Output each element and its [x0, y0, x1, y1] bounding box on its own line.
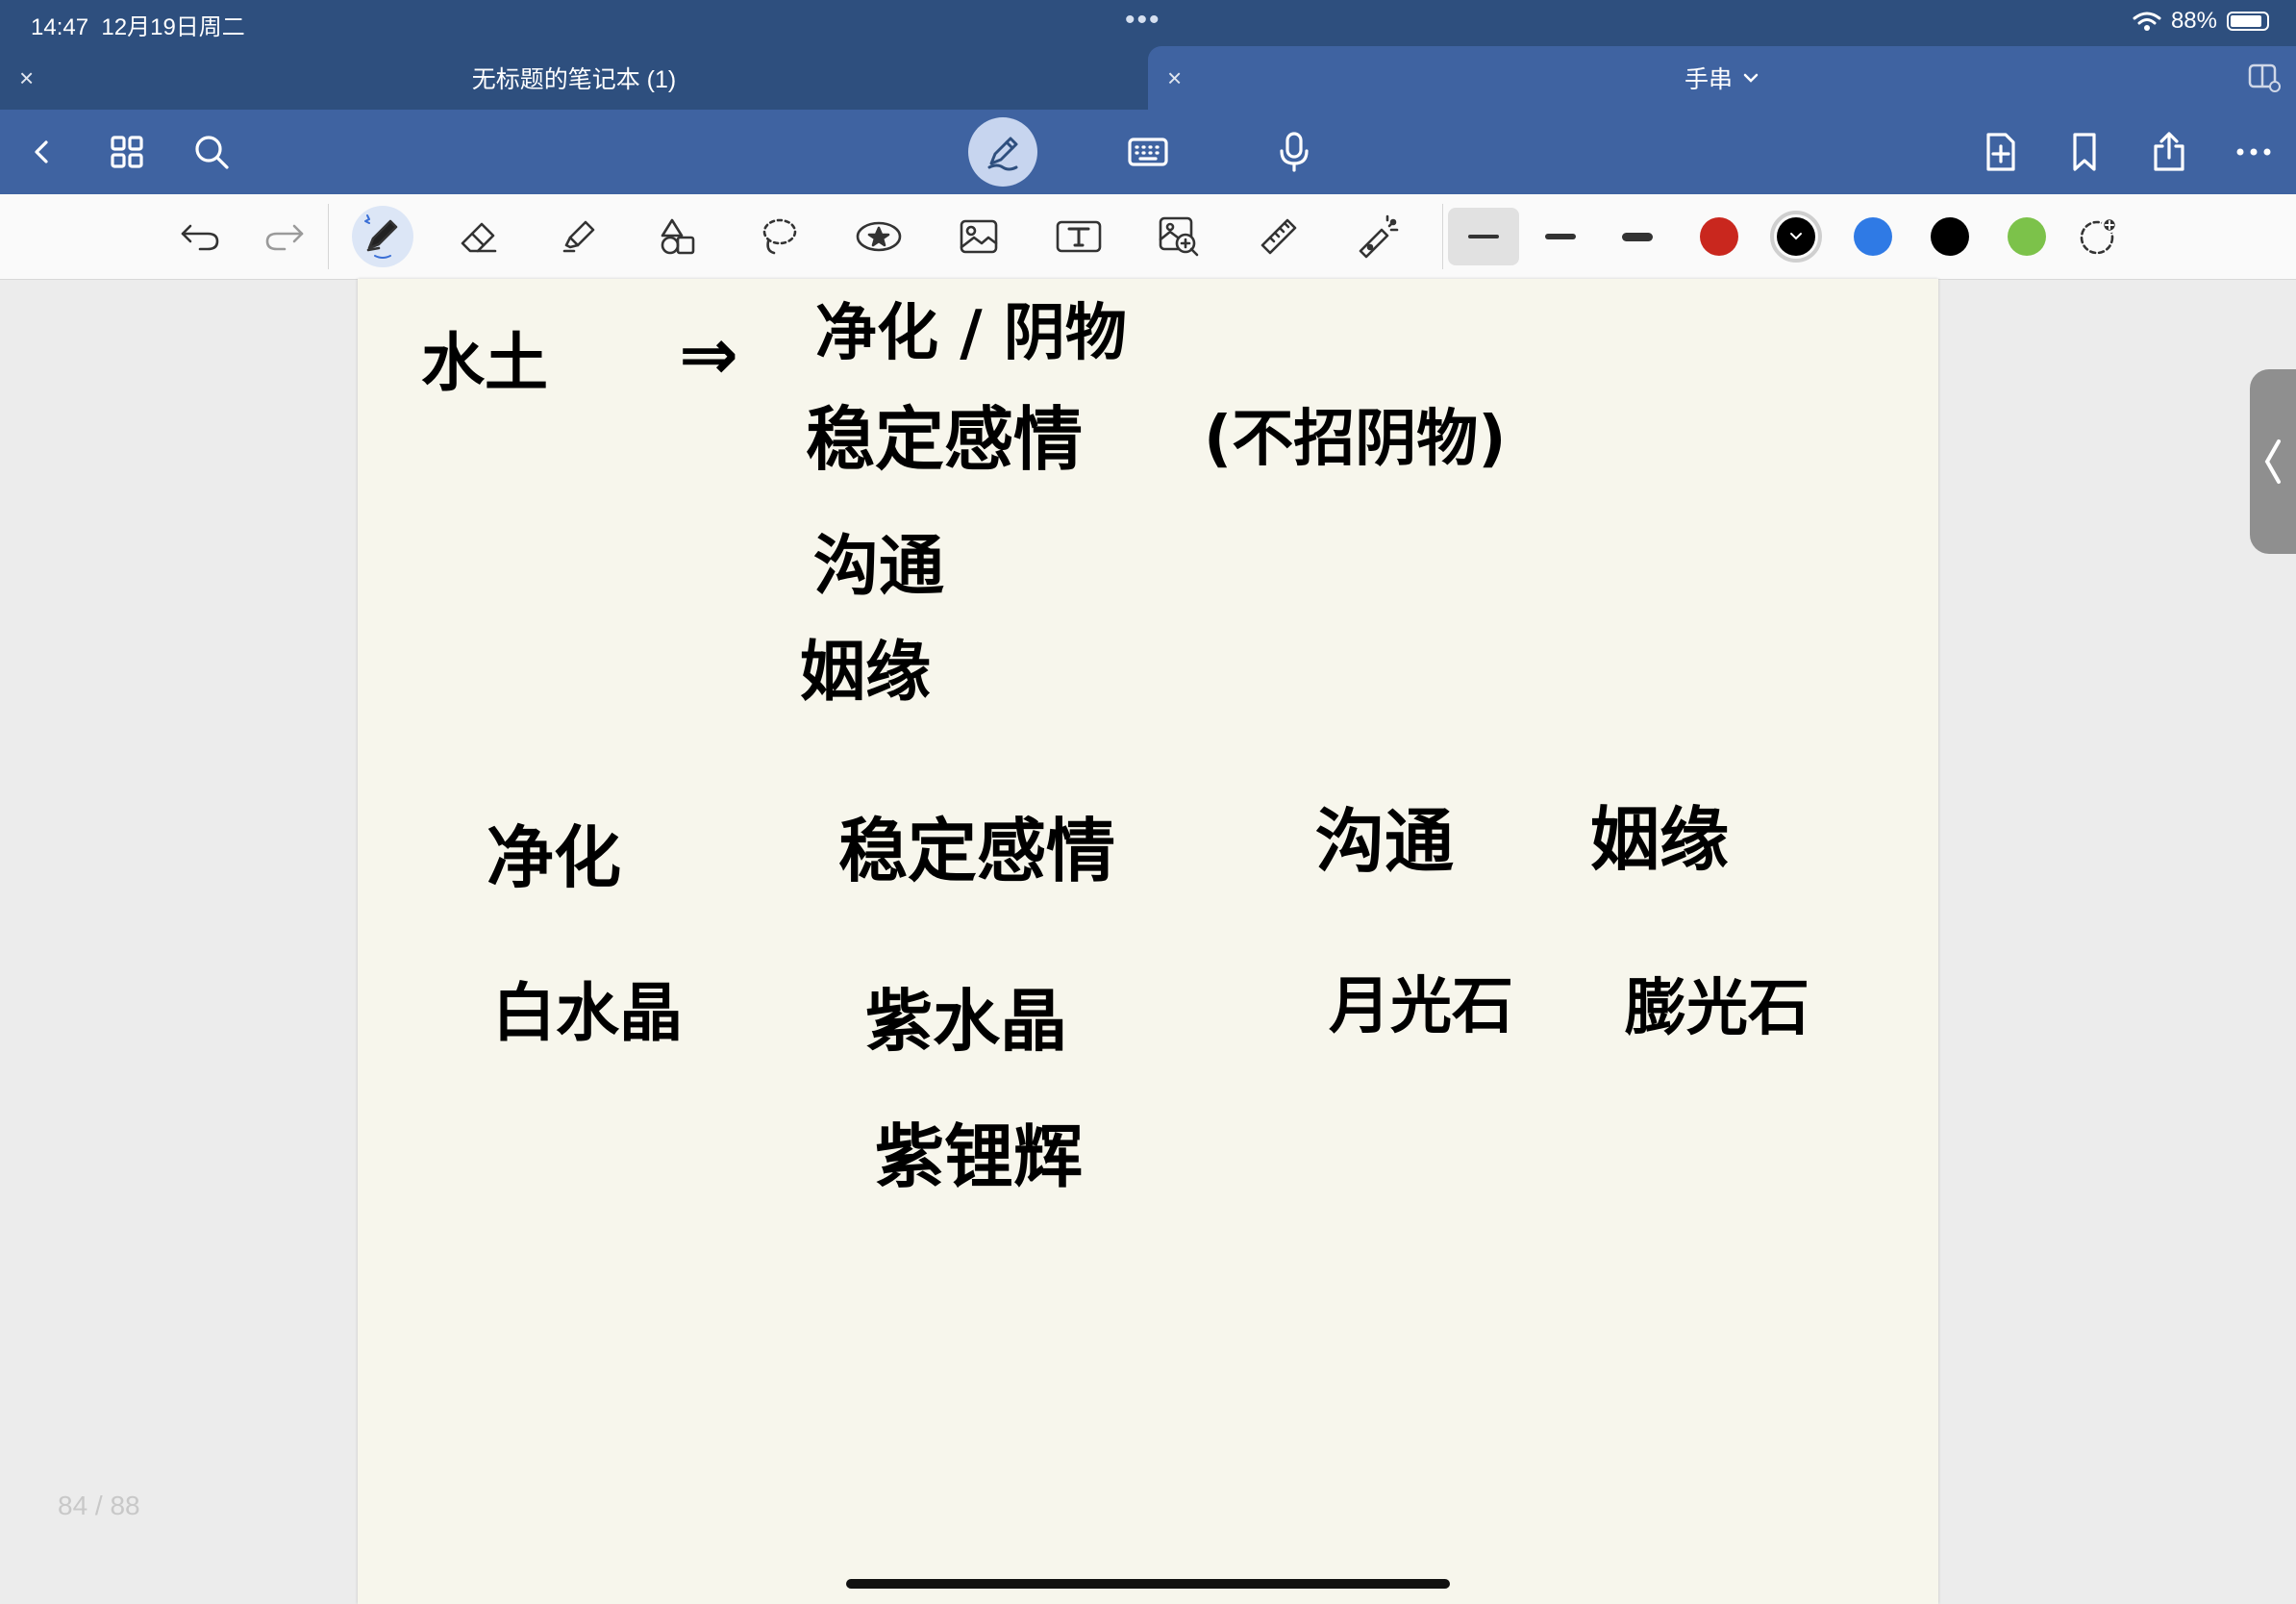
- status-time: 14:47: [31, 14, 89, 40]
- handwritten-column-heading: 稳定感情: [838, 811, 1115, 891]
- handwritten-arrow: ⇒: [679, 313, 738, 396]
- split-view-icon[interactable]: [2248, 63, 2281, 92]
- highlighter-icon[interactable]: [552, 210, 606, 263]
- chevron-left-icon: [2264, 439, 2281, 484]
- pen-mode-icon[interactable]: [968, 117, 1037, 187]
- handwritten-crystal: 月光石: [1329, 971, 1513, 1042]
- image-icon[interactable]: [952, 210, 1006, 263]
- handwritten-crystal: 白水晶: [492, 976, 683, 1050]
- battery-icon: [2227, 12, 2269, 31]
- handwritten-column-heading: 净化: [487, 818, 621, 897]
- color-swatch-black[interactable]: [1931, 217, 1969, 256]
- handwritten-list-item: 姻缘: [800, 635, 931, 711]
- handwritten-list-item: 沟通: [813, 529, 944, 605]
- add-color-icon[interactable]: [2071, 210, 2125, 263]
- close-tab-icon[interactable]: ×: [1167, 63, 1182, 93]
- close-tab-icon[interactable]: ×: [19, 63, 34, 93]
- handwritten-list-item: 净化 / 阴物: [815, 298, 1127, 369]
- handwritten-column-heading: 姻缘: [1590, 799, 1729, 880]
- home-indicator[interactable]: [846, 1579, 1450, 1589]
- back-icon[interactable]: [19, 129, 65, 175]
- color-swatch-black-selected[interactable]: [1770, 211, 1822, 263]
- status-time-date: 14:47 12月19日周二: [31, 8, 245, 41]
- laser-pointer-icon[interactable]: [1352, 210, 1406, 263]
- handwritten-crystal: 膨光石: [1625, 973, 1809, 1044]
- chevron-down-icon: [1790, 233, 1802, 240]
- handwritten-topic: 水土: [421, 326, 548, 400]
- grid-icon[interactable]: [104, 129, 150, 175]
- tab-title: 手串: [1684, 66, 1733, 93]
- bookmark-icon[interactable]: [2061, 129, 2108, 175]
- sticker-icon[interactable]: [852, 210, 906, 263]
- add-page-icon[interactable]: [1977, 129, 2023, 175]
- color-swatch-red[interactable]: [1700, 217, 1738, 256]
- stroke-size-medium[interactable]: [1525, 208, 1596, 265]
- tab-title: 无标题的笔记本 (1): [471, 66, 677, 93]
- page-counter: 84 / 88: [58, 1491, 140, 1520]
- microphone-icon[interactable]: [1271, 129, 1317, 175]
- handwritten-list-item: 稳定感情: [806, 399, 1083, 480]
- side-panel-handle[interactable]: [2250, 369, 2296, 554]
- stroke-size-thick[interactable]: [1602, 208, 1673, 265]
- tab-untitled-notebook[interactable]: × 无标题的笔记本 (1): [0, 46, 1148, 110]
- ruler-icon[interactable]: [1252, 210, 1306, 263]
- handwritten-column-heading: 沟通: [1315, 801, 1454, 882]
- keyboard-icon[interactable]: [1125, 129, 1171, 175]
- lasso-icon[interactable]: [752, 210, 806, 263]
- status-bar: 14:47 12月19日周二 ••• 88%: [0, 0, 2296, 46]
- handwritten-crystal: 紫锂辉: [875, 1116, 1083, 1197]
- document-nav-bar: [0, 110, 2296, 194]
- handwritten-crystal: 紫水晶: [865, 982, 1067, 1061]
- tab-bracelet[interactable]: × 手串: [1148, 46, 2296, 110]
- drawing-toolbar: [0, 194, 2296, 280]
- shapes-icon[interactable]: [652, 210, 706, 263]
- status-date: 12月19日周二: [101, 14, 245, 40]
- battery-percent: 88%: [2170, 8, 2217, 34]
- eraser-icon[interactable]: [452, 210, 506, 263]
- handwritten-aside: (不招阴物): [1204, 404, 1507, 475]
- undo-icon[interactable]: [173, 210, 227, 263]
- share-icon[interactable]: [2146, 129, 2192, 175]
- text-box-icon[interactable]: [1052, 210, 1106, 263]
- stroke-size-fine[interactable]: [1448, 208, 1519, 265]
- redo-icon[interactable]: [258, 210, 312, 263]
- color-swatch-green[interactable]: [2008, 217, 2046, 256]
- more-icon[interactable]: [2231, 129, 2277, 175]
- notebook-page[interactable]: 水土 ⇒ 净化 / 阴物 稳定感情 (不招阴物) 沟通 姻缘 净化 稳定感情 沟…: [358, 279, 1938, 1604]
- zoom-window-icon[interactable]: [1152, 210, 1206, 263]
- pen-icon[interactable]: [352, 206, 413, 267]
- chevron-down-icon: [1743, 73, 1759, 83]
- multitasking-dots[interactable]: •••: [1125, 4, 1161, 37]
- search-icon[interactable]: [188, 129, 235, 175]
- tab-bar: × 无标题的笔记本 (1) × 手串: [0, 46, 2296, 110]
- handwriting-canvas: 水土 ⇒ 净化 / 阴物 稳定感情 (不招阴物) 沟通 姻缘 净化 稳定感情 沟…: [421, 298, 1809, 1197]
- color-swatch-blue[interactable]: [1854, 217, 1892, 256]
- wifi-icon: [2133, 12, 2161, 31]
- status-indicators: 88%: [2133, 8, 2269, 35]
